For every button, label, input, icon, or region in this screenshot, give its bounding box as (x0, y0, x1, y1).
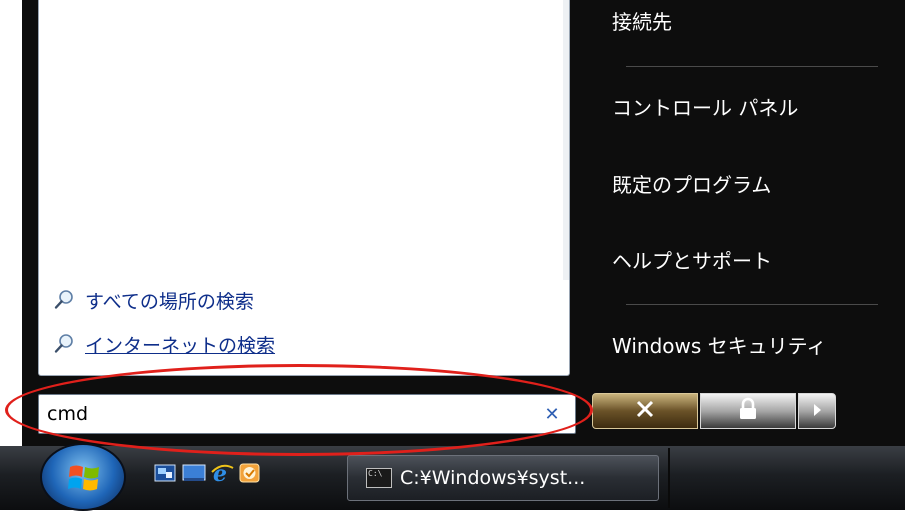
window-button-label: C:¥Windows¥syst... (400, 467, 586, 489)
windows-security-item[interactable]: Windows セキュリティ (612, 330, 826, 359)
start-menu-left-pane: すべての場所の検索 インターネットの検索 (38, 0, 570, 376)
control-panel-item[interactable]: コントロール パネル (612, 92, 798, 121)
help-and-support-item[interactable]: ヘルプとサポート (612, 245, 772, 274)
close-icon[interactable]: ✕ (541, 401, 563, 427)
search-internet-label: インターネットの検索 (85, 334, 276, 357)
shutdown-button[interactable] (592, 393, 698, 429)
more-options-button[interactable] (798, 393, 836, 429)
search-icon (53, 333, 75, 355)
command-prompt-icon: C:\ (366, 468, 392, 488)
start-search-box[interactable]: ✕ (38, 394, 576, 434)
command-prompt-window-button[interactable]: C:\ C:¥Windows¥syst... (347, 455, 659, 501)
lock-icon (737, 397, 759, 425)
left-pane-scrollbar[interactable] (563, 0, 569, 280)
close-icon (634, 398, 656, 424)
windows-logo-icon (68, 463, 100, 497)
search-icon (53, 289, 75, 311)
search-everywhere-link[interactable]: すべての場所の検索 (53, 287, 254, 313)
right-pane-separator (626, 66, 878, 67)
lock-button[interactable] (700, 393, 796, 429)
show-desktop-icon[interactable] (154, 462, 176, 484)
search-internet-link[interactable]: インターネットの検索 (53, 331, 275, 357)
connect-to-item[interactable]: 接続先 (612, 6, 672, 35)
start-menu-right-pane: 接続先 コントロール パネル 既定のプログラム ヘルプとサポート Windows… (586, 0, 905, 446)
taskbar-separator (668, 448, 670, 508)
triangle-right-icon (812, 402, 822, 421)
default-programs-item[interactable]: 既定のプログラム (612, 169, 771, 198)
switch-windows-icon[interactable] (182, 462, 206, 484)
start-search-input[interactable] (47, 401, 527, 427)
internet-explorer-icon[interactable]: e (210, 461, 234, 487)
start-button[interactable] (40, 443, 126, 511)
outlook-icon[interactable] (238, 462, 260, 484)
right-pane-separator (626, 304, 878, 305)
search-everywhere-label: すべての場所の検索 (85, 290, 254, 313)
